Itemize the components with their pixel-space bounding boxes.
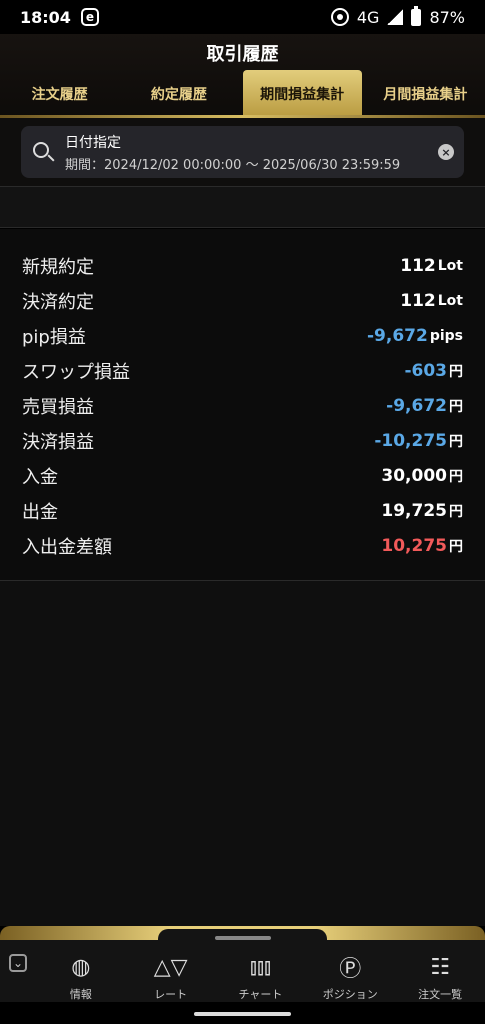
tab-bar: 注文履歴 約定履歴 期間損益集計 月間損益集計 — [0, 70, 485, 118]
globe-icon: ◍ — [71, 954, 91, 980]
summary-label: 出金 — [22, 501, 58, 523]
candlestick-chart-icon: ⫾⫾⫾ — [249, 954, 272, 980]
tab-period-pl-summary[interactable]: 期間損益集計 — [242, 70, 362, 118]
summary-unit: 円 — [449, 468, 463, 485]
nav-item-info[interactable]: ◍ 情報 — [36, 940, 126, 1002]
summary-row: 新規約定 112 Lot — [0, 248, 485, 283]
location-target-icon — [330, 8, 349, 26]
summary-value: -603 — [404, 360, 447, 381]
date-filter-range: 期間：2024/12/02 00:00:00 ～ 2025/06/30 23:5… — [65, 158, 401, 173]
summary-label: 決済約定 — [22, 291, 94, 313]
summary-label: スワップ損益 — [22, 361, 130, 383]
nav-label: 注文一覧 — [418, 988, 463, 1001]
summary-label: pip損益 — [22, 326, 86, 348]
tab-monthly-pl-summary[interactable]: 月間損益集計 — [366, 70, 485, 118]
summary-value: -10,275 — [374, 430, 447, 451]
summary-row: 出金 19,725 円 — [0, 493, 485, 528]
summary-row: 決済約定 112 Lot — [0, 283, 485, 318]
summary-row: 売買損益 -9,672 円 — [0, 388, 485, 423]
summary-row: pip損益 -9,672 pips — [0, 318, 485, 353]
status-time: 18:04 — [20, 7, 71, 27]
summary-row: 入金 30,000 円 — [0, 458, 485, 493]
app-notification-icon: e — [80, 8, 99, 26]
nav-item-chart[interactable]: ⫾⫾⫾ チャート — [216, 940, 306, 1002]
nav-item-order-list[interactable]: ☷ 注文一覧 — [395, 940, 485, 1002]
date-filter-label: 日付指定 — [65, 135, 121, 151]
summary-label: 決済損益 — [22, 431, 94, 453]
summary-value: 10,275 — [381, 535, 447, 556]
nav-label: チャート — [238, 988, 283, 1001]
summary-value: 112 — [400, 290, 436, 311]
nav-label: レート — [154, 988, 188, 1001]
collapse-button[interactable]: ⌄ — [0, 940, 36, 1002]
rate-triangles-icon: △▽ — [153, 954, 188, 980]
status-icons: 4G 87% — [330, 5, 465, 27]
summary-unit: 円 — [449, 433, 463, 450]
summary-label: 入金 — [22, 466, 58, 488]
filter-area: 日付指定 期間：2024/12/02 00:00:00 ～ 2025/06/30… — [0, 118, 485, 186]
summary-value: -9,672 — [366, 325, 428, 346]
nav-item-rate[interactable]: △▽ レート — [126, 940, 216, 1002]
signal-icon — [387, 9, 404, 25]
nav-item-position[interactable]: Ⓟ ポジション — [305, 940, 395, 1002]
summary-value: 30,000 — [381, 465, 447, 486]
summary-label: 新規約定 — [22, 256, 94, 278]
page-title: 取引履歴 — [206, 44, 279, 65]
position-p-icon: Ⓟ — [339, 957, 362, 982]
tab-order-history[interactable]: 注文履歴 — [0, 70, 119, 118]
summary-value: 19,725 — [381, 500, 447, 521]
summary-unit: Lot — [437, 257, 463, 274]
chevron-down-icon: ⌄ — [9, 954, 27, 972]
tab-execution-history[interactable]: 約定履歴 — [119, 70, 238, 118]
summary-row: 決済損益 -10,275 円 — [0, 423, 485, 458]
order-list-icon: ☷ — [430, 954, 450, 980]
battery-icon — [411, 5, 422, 26]
summary-value: -9,672 — [386, 395, 447, 416]
home-gesture-bar[interactable] — [194, 1012, 291, 1016]
section-divider — [0, 186, 485, 228]
summary-unit: 円 — [449, 538, 463, 555]
summary-unit: pips — [429, 327, 463, 344]
bottom-nav: ⌄ ◍ 情報 △▽ レート ⫾⫾⫾ チャート Ⓟ ポジション ☷ 注文一覧 — [0, 940, 485, 1002]
summary-unit: 円 — [449, 398, 463, 415]
gesture-area — [0, 1002, 485, 1024]
pl-summary: 新規約定 112 Lot 決済約定 112 Lot pip損益 -9,672 p… — [0, 229, 485, 581]
content-empty-area — [0, 581, 485, 926]
nav-label: 情報 — [69, 988, 92, 1001]
summary-label: 売買損益 — [22, 396, 94, 418]
summary-unit: Lot — [437, 292, 463, 309]
header: 取引履歴 注文履歴 約定履歴 期間損益集計 月間損益集計 — [0, 34, 485, 118]
status-bar: 18:04 e 4G 87% — [0, 0, 485, 34]
network-type: 4G — [356, 7, 380, 27]
summary-label: 入出金差額 — [22, 536, 112, 558]
search-icon — [33, 142, 49, 158]
summary-row: 入出金差額 10,275 円 — [0, 528, 485, 563]
clear-icon[interactable]: × — [438, 144, 454, 160]
nav-label: ポジション — [322, 988, 378, 1001]
summary-value: 112 — [400, 255, 436, 276]
battery-percent: 87% — [429, 7, 465, 27]
summary-row: スワップ損益 -603 円 — [0, 353, 485, 388]
summary-unit: 円 — [449, 503, 463, 520]
summary-unit: 円 — [449, 363, 463, 380]
date-filter-box[interactable]: 日付指定 期間：2024/12/02 00:00:00 ～ 2025/06/30… — [21, 126, 464, 178]
